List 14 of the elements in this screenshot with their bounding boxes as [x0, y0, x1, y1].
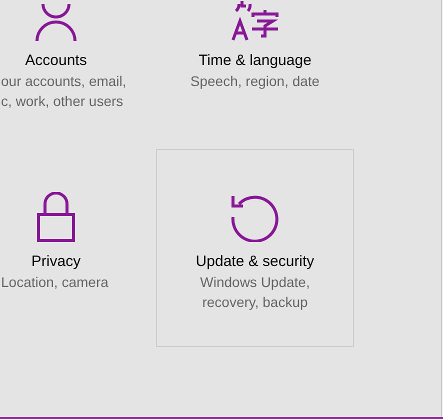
tile-description: recovery, backup — [202, 293, 308, 312]
lock-icon — [37, 192, 75, 242]
tile-description: Speech, region, date — [190, 72, 320, 91]
tile-description: our accounts, email, — [1, 72, 126, 91]
person-icon — [34, 1, 78, 41]
language-icon — [230, 1, 280, 41]
settings-tile[interactable]: Update & security Windows Update, recovery, backup — [156, 149, 354, 347]
tile-title: Update & security — [196, 252, 314, 272]
tile-title[interactable]: Privacy — [31, 252, 81, 272]
tile-description: Windows Update, — [200, 273, 310, 292]
tile-title[interactable]: Time & language — [198, 51, 312, 71]
tile-title[interactable]: Accounts — [25, 51, 87, 71]
tile-description: c, work, other users — [1, 92, 124, 111]
tile-description: Location, camera — [1, 273, 108, 292]
